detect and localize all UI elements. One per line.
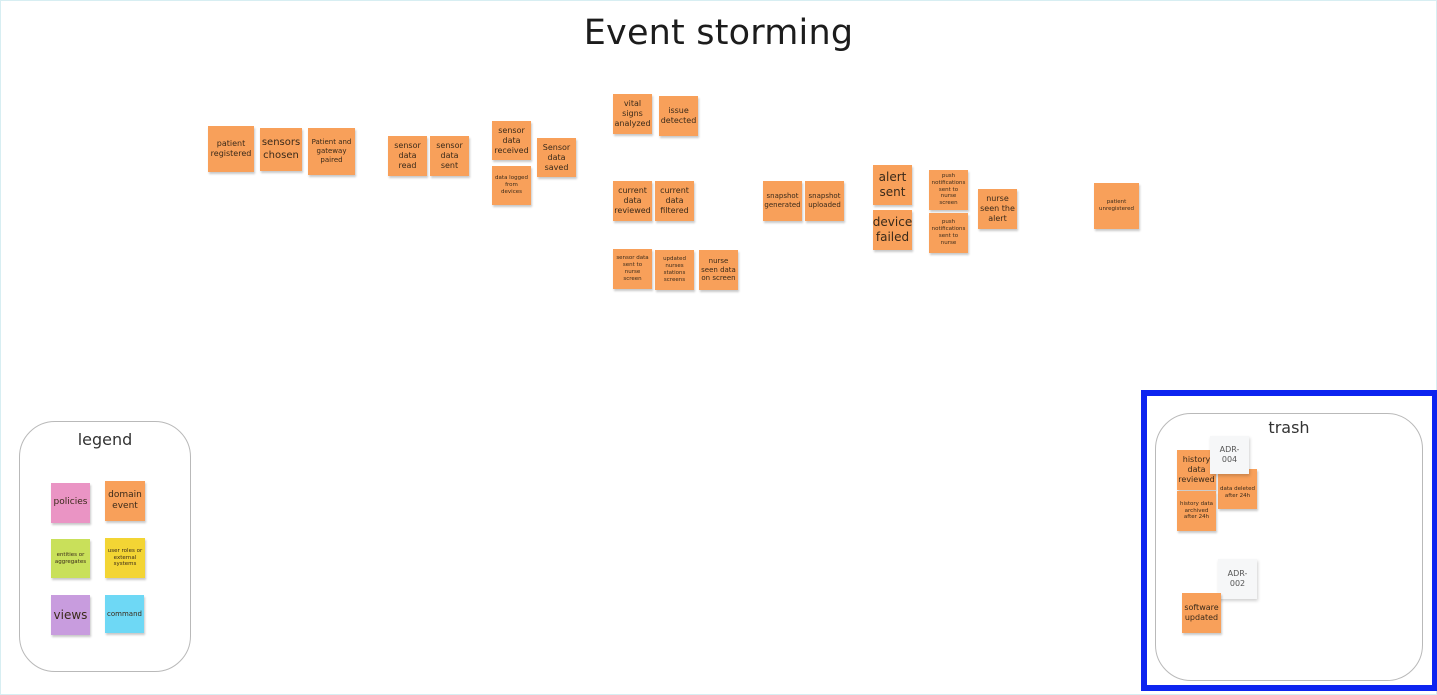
sticky-snapshot-uploaded[interactable]: snapshot uploaded bbox=[805, 181, 844, 221]
sticky-updated-nurses-stations[interactable]: updated nurses stations screens bbox=[655, 250, 694, 290]
legend-command[interactable]: command bbox=[105, 595, 144, 633]
sticky-current-data-reviewed[interactable]: current data reviewed bbox=[613, 181, 652, 221]
sticky-patient-gateway-paired[interactable]: Patient and gateway paired bbox=[308, 128, 355, 175]
sticky-snapshot-generated[interactable]: snapshot generated bbox=[763, 181, 802, 221]
sticky-sensor-data-received[interactable]: sensor data received bbox=[492, 121, 531, 160]
sticky-nurse-seen-alert[interactable]: nurse seen the alert bbox=[978, 189, 1017, 229]
sticky-data-logged-from-devices[interactable]: data logged from devices bbox=[492, 166, 531, 205]
sticky-sensor-data-read[interactable]: sensor data read bbox=[388, 136, 427, 176]
selection-box[interactable] bbox=[1141, 390, 1437, 691]
board-title[interactable]: Event storming bbox=[1, 13, 1436, 53]
sticky-vital-signs-analyzed[interactable]: vital signs analyzed bbox=[613, 94, 652, 134]
legend-label: legend bbox=[77, 430, 133, 449]
sticky-sensors-chosen[interactable]: sensors chosen bbox=[260, 128, 302, 171]
whiteboard-canvas[interactable]: Event storming patient registered sensor… bbox=[0, 0, 1437, 695]
sticky-alert-sent[interactable]: alert sent bbox=[873, 165, 912, 205]
legend-policies[interactable]: policies bbox=[51, 483, 90, 523]
sticky-patient-unregistered[interactable]: patient unregistered bbox=[1094, 183, 1139, 229]
sticky-sensor-data-saved[interactable]: Sensor data saved bbox=[537, 138, 576, 177]
sticky-issue-detected[interactable]: issue detected bbox=[659, 96, 698, 136]
sticky-sensor-data-sent[interactable]: sensor data sent bbox=[430, 136, 469, 176]
sticky-patient-registered[interactable]: patient registered bbox=[208, 126, 254, 172]
legend-views[interactable]: views bbox=[51, 595, 90, 635]
sticky-push-notifications-nurse-screen[interactable]: push notifications sent to nurse screen bbox=[929, 170, 968, 210]
sticky-nurse-seen-data[interactable]: nurse seen data on screen bbox=[699, 250, 738, 290]
sticky-current-data-filtered[interactable]: current data filtered bbox=[655, 181, 694, 221]
legend-user-roles[interactable]: user roles or external systems bbox=[105, 538, 145, 578]
sticky-sensor-data-sent-nurse[interactable]: sensor data sent to nurse screen bbox=[613, 249, 652, 289]
legend-entities-or-aggregates[interactable]: entities or aggregates bbox=[51, 539, 90, 578]
sticky-push-notifications-nurse[interactable]: push notifications sent to nurse bbox=[929, 213, 968, 253]
sticky-device-failed[interactable]: device failed bbox=[873, 210, 912, 250]
legend-domain-event[interactable]: domain event bbox=[105, 481, 145, 521]
